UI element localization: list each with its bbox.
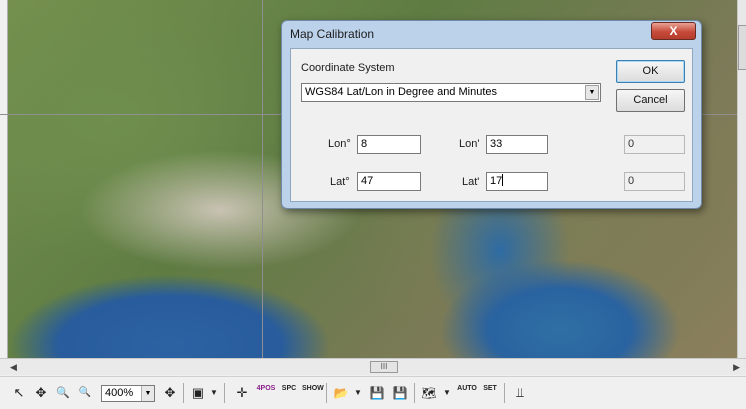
toolbar-separator	[326, 383, 327, 403]
coordinate-system-label: Coordinate System	[301, 62, 395, 74]
lat-readonly-field: 0	[624, 172, 685, 191]
vertical-scroll-thumb[interactable]	[738, 25, 746, 70]
map-calibration-dialog: Map Calibration X Coordinate System WGS8…	[281, 20, 702, 209]
lon-minute-field[interactable]: 33	[486, 135, 548, 154]
spc-icon[interactable]: SPC	[279, 383, 299, 403]
lat-minute-field[interactable]: 17	[486, 172, 548, 191]
zoom-out-icon[interactable]: 🔍	[75, 383, 95, 403]
set-icon[interactable]: SET	[480, 383, 500, 403]
close-icon: X	[669, 24, 678, 38]
lon-degree-field[interactable]: 8	[357, 135, 421, 154]
toolbar-separator	[224, 383, 225, 403]
settings-sliders-icon[interactable]: ⫫	[510, 383, 530, 403]
pan-icon[interactable]: ✥	[31, 383, 51, 403]
grid-line-vertical	[262, 0, 263, 358]
fit-to-window-icon[interactable]: ✥	[160, 383, 180, 403]
scroll-right-icon[interactable]: ▶	[733, 362, 740, 373]
coordinate-system-select[interactable]: WGS84 Lat/Lon in Degree and Minutes ▼	[301, 83, 601, 102]
coordinate-system-value: WGS84 Lat/Lon in Degree and Minutes	[305, 86, 498, 98]
pos-icon[interactable]: 4POS	[256, 383, 276, 403]
lat-minute-value: 17	[490, 175, 503, 187]
horizontal-scrollbar[interactable]: ◀ III ▶	[0, 358, 746, 375]
toolbar-separator	[504, 383, 505, 403]
lat-degree-field[interactable]: 47	[357, 172, 421, 191]
auto-icon[interactable]: AUTO	[457, 383, 477, 403]
ok-button[interactable]: OK	[616, 60, 685, 83]
dialog-body: Coordinate System WGS84 Lat/Lon in Degre…	[290, 48, 693, 202]
chevron-down-icon[interactable]: ▼	[141, 386, 154, 401]
map-dropdown-icon[interactable]: ▼	[443, 383, 451, 403]
crosshair-icon[interactable]: ✛	[232, 383, 252, 403]
cancel-button[interactable]: Cancel	[616, 89, 685, 112]
properties-dropdown-icon[interactable]: ▼	[210, 383, 218, 403]
lon-readonly-field: 0	[624, 135, 685, 154]
zoom-select[interactable]: 400% ▼	[101, 385, 155, 402]
dialog-title: Map Calibration	[290, 27, 375, 41]
close-button[interactable]: X	[651, 22, 696, 40]
zoom-in-icon[interactable]: 🔍	[53, 383, 73, 403]
lat-minute-label: Lat'	[462, 176, 480, 188]
toolbar-separator	[414, 383, 415, 403]
open-dropdown-icon[interactable]: ▼	[354, 383, 362, 403]
chevron-down-icon[interactable]: ▼	[585, 85, 599, 100]
lon-degree-label: Lon°	[328, 138, 351, 150]
lon-minute-label: Lon'	[459, 138, 480, 150]
bottom-toolbar: ↖ ✥ 🔍 🔍 400% ▼ ✥ ▣ ▼ ✛ 4POS SPC SHOW 📂 ▼…	[0, 376, 746, 409]
pointer-icon[interactable]: ↖	[9, 383, 29, 403]
show-icon[interactable]: SHOW	[302, 383, 324, 403]
save-as-icon[interactable]: 💾	[390, 383, 410, 403]
vertical-scrollbar[interactable]	[737, 0, 746, 358]
properties-icon[interactable]: ▣	[188, 383, 208, 403]
text-caret	[502, 174, 504, 186]
zoom-value: 400%	[105, 387, 134, 399]
scroll-left-icon[interactable]: ◀	[10, 362, 17, 373]
lat-degree-label: Lat°	[330, 176, 350, 188]
save-icon[interactable]: 💾	[367, 383, 387, 403]
open-folder-icon[interactable]: 📂	[331, 383, 351, 403]
map-icon[interactable]: 🗺	[419, 383, 439, 403]
map-left-edge	[0, 0, 8, 358]
toolbar-separator	[183, 383, 184, 403]
horizontal-scroll-thumb[interactable]: III	[370, 361, 398, 373]
